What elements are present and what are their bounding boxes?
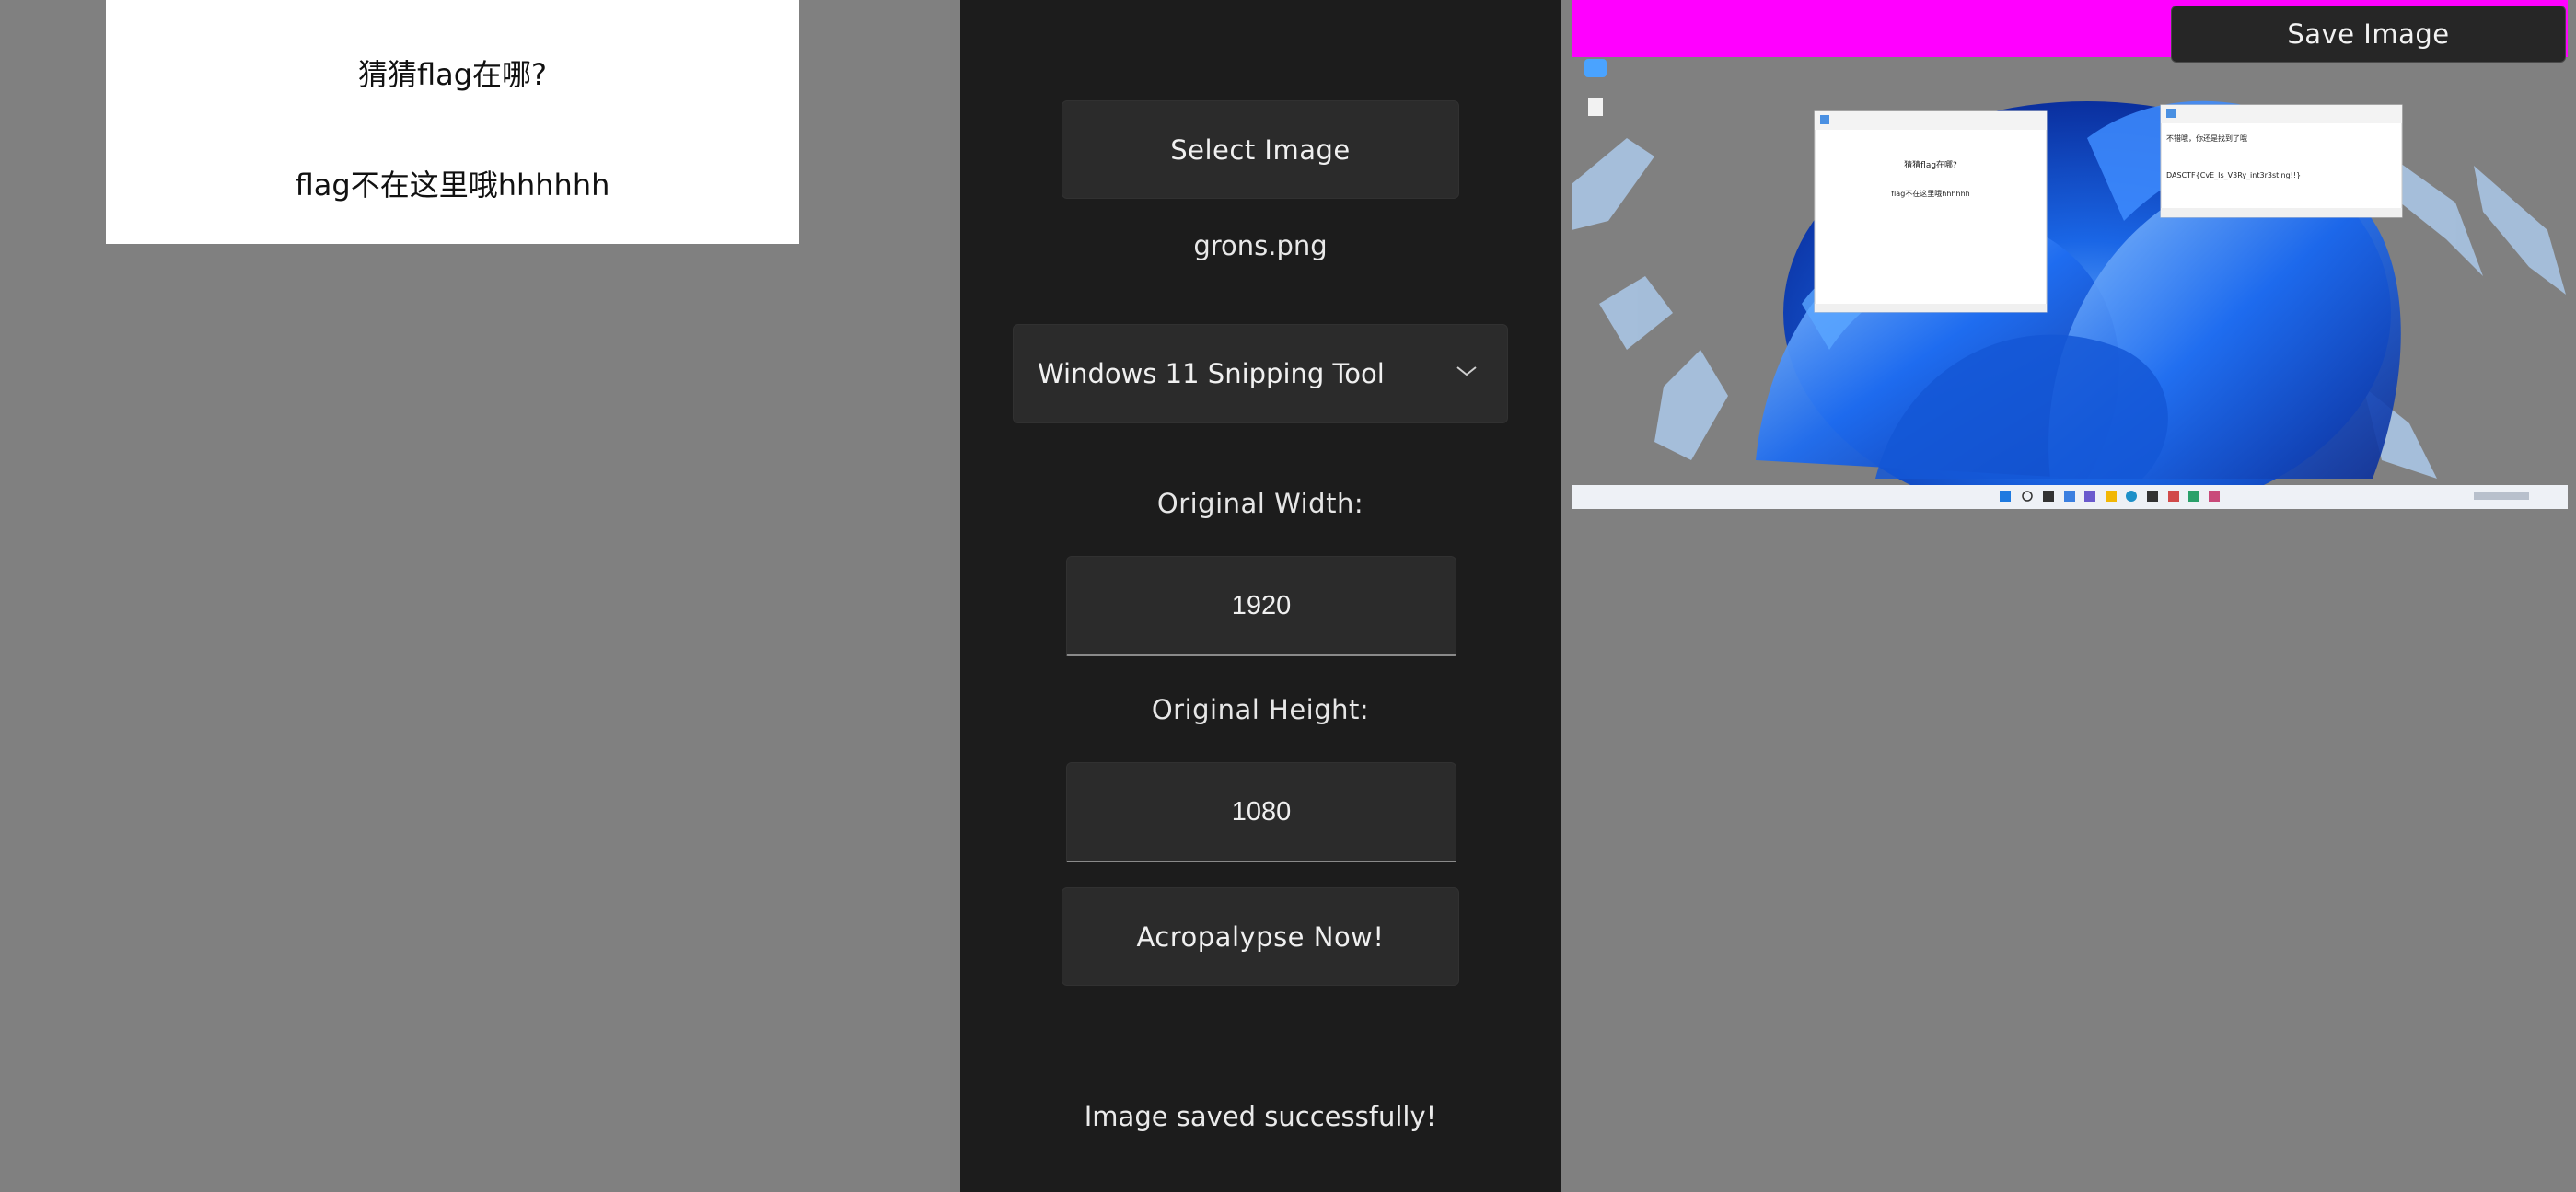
notepad1-line2: flag不在这里哦hhhhhh [1891,189,1969,198]
tool-dropdown[interactable]: Windows 11 Snipping Tool [1013,324,1508,423]
original-height-label: Original Height: [1151,694,1370,725]
chevron-down-icon [1456,366,1477,376]
notepad-icon [1820,115,1829,124]
start-icon [2000,491,2011,502]
tool-dropdown-value: Windows 11 Snipping Tool [1038,358,1385,389]
edge-icon [2126,491,2137,502]
status-message: Image saved successfully! [1084,1101,1437,1132]
taskbar [1572,485,2568,509]
select-image-button[interactable]: Select Image [1062,100,1459,199]
preview-text-question: 猜猜flag在哪? [357,57,548,92]
save-image-button[interactable]: Save Image [2171,6,2566,63]
notepad2-line2: DASCTF{CvE_Is_V3Ry_int3r3sting!!} [2166,171,2301,179]
recovered-image: 猜猜flag在哪? flag不在这里哦hhhhhh 不错哦，你还是找到了哦 DA… [1572,0,2568,509]
selected-filename: grons.png [1193,230,1328,261]
control-panel: Select Image grons.png Windows 11 Snippi… [960,0,1561,1192]
original-height-input[interactable] [1066,762,1456,862]
acropalypse-button[interactable]: Acropalypse Now! [1062,887,1459,986]
notepad1-line1: 猜猜flag在哪? [1904,159,1957,170]
notepad-window-2: 不错哦，你还是找到了哦 DASCTF{CvE_Is_V3Ry_int3r3sti… [2160,104,2403,218]
notepad2-line1: 不错哦，你还是找到了哦 [2166,133,2247,143]
preview-text-hint: flag不在这里哦hhhhhh [295,168,610,203]
notepad-window-1: 猜猜flag在哪? flag不在这里哦hhhhhh [1814,110,2048,313]
store-icon [2147,491,2158,502]
original-width-label: Original Width: [1156,488,1364,519]
cropped-image-preview: 猜猜flag在哪? flag不在这里哦hhhhhh [106,0,799,244]
original-width-input[interactable] [1066,556,1456,656]
recovered-desktop-screenshot: 猜猜flag在哪? flag不在这里哦hhhhhh 不错哦，你还是找到了哦 DA… [1572,0,2568,509]
